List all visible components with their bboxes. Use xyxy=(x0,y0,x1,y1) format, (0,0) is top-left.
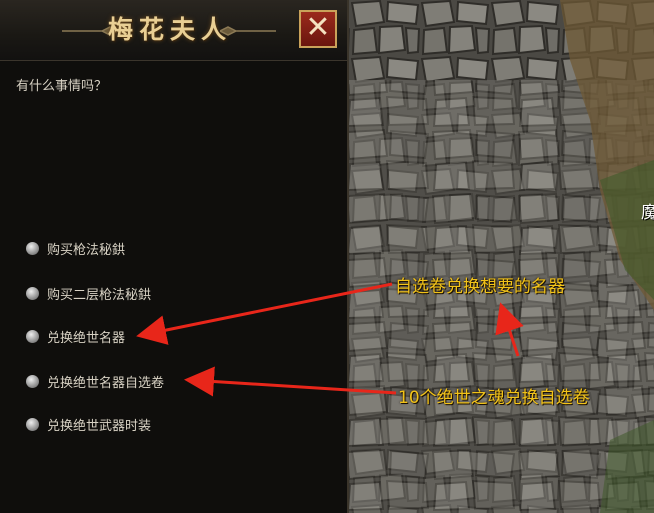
annotation-note-souls-to-scroll: 10个绝世之魂兑换自选卷 xyxy=(398,388,590,408)
dialog-title-bar: 梅花夫人 ✕ xyxy=(0,0,347,61)
option-exchange-selection-scroll[interactable]: 兑换绝世名器自选卷 xyxy=(26,371,164,391)
map-character-name-fragment: 魔 xyxy=(641,203,654,223)
option-label: 购买枪法秘鉷 xyxy=(47,242,126,258)
npc-dialog-panel: 梅花夫人 ✕ 有什么事情吗？ 购买枪法秘鉷 购买二层枪法秘鉷 兑换绝世名器 兑换… xyxy=(0,0,349,513)
radio-bullet-icon xyxy=(26,374,39,388)
option-label: 兑换绝世名器自选卷 xyxy=(47,375,165,391)
radio-bullet-icon xyxy=(26,241,39,255)
radio-bullet-icon xyxy=(26,286,39,300)
option-exchange-famous-weapon[interactable]: 兑换绝世名器 xyxy=(26,326,125,346)
annotation-note-scroll-to-weapon: 自选卷兑换想要的名器 xyxy=(395,277,565,297)
radio-bullet-icon xyxy=(26,329,39,343)
option-exchange-weapon-skin[interactable]: 兑换绝世武器时装 xyxy=(26,414,151,434)
npc-greeting-text: 有什么事情吗？ xyxy=(16,79,108,94)
option-label: 兑换绝世名器 xyxy=(47,330,126,346)
option-buy-level2-spear-manual[interactable]: 购买二层枪法秘鉷 xyxy=(26,283,151,303)
radio-bullet-icon xyxy=(26,417,39,431)
close-icon: ✕ xyxy=(305,10,331,45)
title-ornament-right-icon xyxy=(220,26,276,36)
option-label: 购买二层枪法秘鉷 xyxy=(47,287,152,303)
close-button[interactable]: ✕ xyxy=(299,10,337,48)
option-buy-spear-manual[interactable]: 购买枪法秘鉷 xyxy=(26,238,125,258)
option-label: 兑换绝世武器时装 xyxy=(47,418,152,434)
